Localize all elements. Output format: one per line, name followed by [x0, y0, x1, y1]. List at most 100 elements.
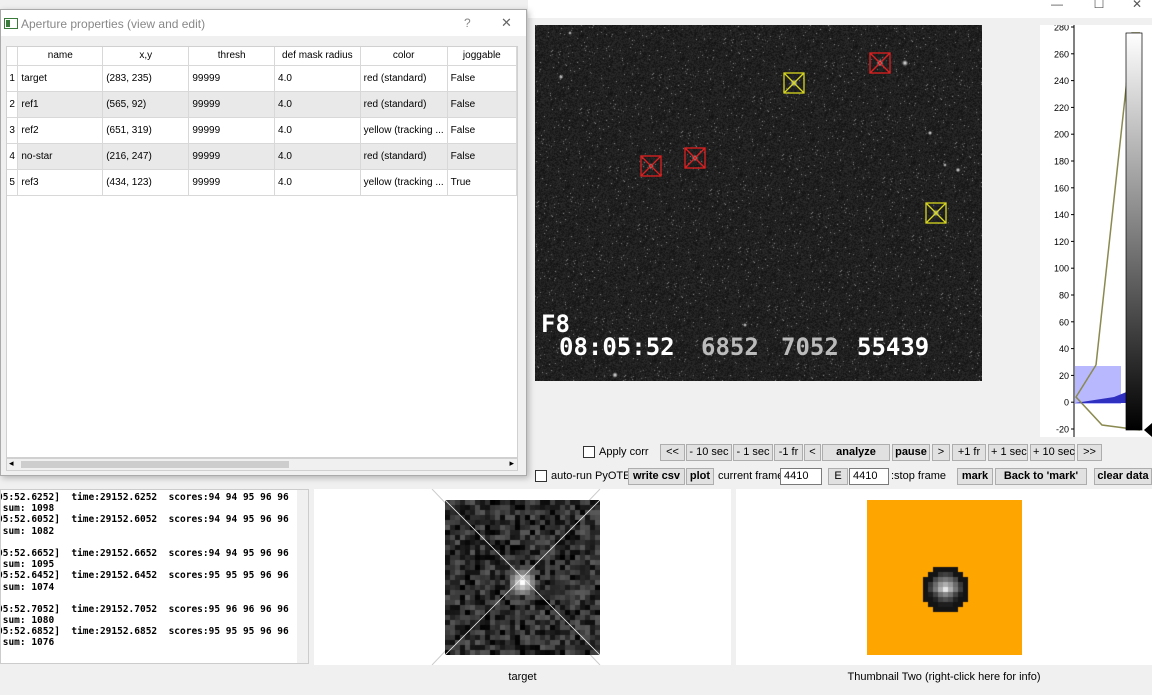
analyze-button[interactable]: analyze [822, 444, 890, 461]
scroll-left-icon[interactable]: ◂ [9, 458, 14, 469]
aperture-yellow-1[interactable] [783, 72, 805, 94]
video-frame-image[interactable]: F8 08:05:52 6852 7052 55439 [535, 25, 982, 381]
table-cell[interactable]: 99999 [188, 143, 276, 170]
dialog-titlebar[interactable]: Aperture properties (view and edit) ? ✕ [1, 10, 526, 36]
row-number[interactable]: 2 [7, 91, 19, 118]
minus-1-frame-button[interactable]: -1 fr [774, 444, 803, 461]
thumbnail-one-panel[interactable] [314, 489, 731, 665]
row-number[interactable]: 4 [7, 143, 19, 170]
plus-1-frame-button[interactable]: +1 fr [952, 444, 986, 461]
clear-data-button[interactable]: clear data [1094, 468, 1152, 485]
minus-1-sec-button[interactable]: - 1 sec [733, 444, 773, 461]
table-cell[interactable]: (216, 247) [102, 143, 190, 170]
thumbnail-two-label[interactable]: Thumbnail Two (right-click here for info… [736, 671, 1152, 683]
maximize-icon[interactable]: ☐ [1084, 0, 1114, 11]
table-cell[interactable]: yellow (tracking ... [360, 117, 448, 144]
table-cell[interactable]: ref1 [17, 91, 104, 118]
table-cell[interactable]: False [447, 117, 517, 144]
table-row[interactable]: 5 ref3 (434, 123) 99999 4.0 yellow (tracking … [7, 169, 517, 196]
aperture-properties-dialog[interactable]: Aperture properties (view and edit) ? ✕ … [0, 9, 527, 476]
forward-fast-button[interactable]: >> [1077, 444, 1102, 461]
table-row[interactable]: 4 no-star (216, 247) 99999 4.0 red (standard)… [7, 143, 517, 170]
histogram-tick-label: 200 [1054, 130, 1069, 140]
table-cell[interactable]: (434, 123) [102, 169, 190, 196]
thumbnail-one-crosshair [445, 500, 600, 655]
table-cell[interactable]: 99999 [188, 91, 276, 118]
table-cell[interactable]: red (standard) [360, 91, 448, 118]
plus-1-sec-button[interactable]: + 1 sec [988, 444, 1028, 461]
table-cell[interactable]: (283, 235) [102, 65, 190, 92]
table-cell[interactable]: (651, 319) [102, 117, 190, 144]
plus-10-sec-button[interactable]: + 10 sec [1030, 444, 1075, 461]
histogram-tick-label: 100 [1054, 264, 1069, 274]
table-row[interactable]: 2 ref1 (565, 92) 99999 4.0 red (standard) Fals… [7, 91, 517, 118]
scroll-right-icon[interactable]: ▸ [509, 458, 514, 469]
table-cell[interactable]: False [447, 143, 517, 170]
minimize-icon[interactable]: — [1042, 0, 1072, 11]
aperture-yellow-2[interactable] [925, 202, 947, 224]
step-back-button[interactable]: < [804, 444, 821, 461]
e-button[interactable]: E [828, 468, 848, 485]
table-cell[interactable]: 4.0 [274, 169, 361, 196]
help-icon[interactable]: ? [464, 16, 471, 30]
table-cell[interactable]: target [17, 65, 104, 92]
timestamp-overlay: 08:05:52 [559, 333, 675, 361]
column-header-mask-radius[interactable]: def mask radius [274, 47, 361, 66]
column-header-thresh[interactable]: thresh [188, 47, 276, 66]
auto-run-pyote-checkbox[interactable] [535, 470, 547, 482]
table-row[interactable]: 3 ref2 (651, 319) 99999 4.0 yellow (tracking … [7, 117, 517, 144]
level-marker-icon[interactable] [1144, 423, 1152, 437]
table-cell[interactable]: ref2 [17, 117, 104, 144]
row-number[interactable]: 3 [7, 117, 19, 144]
mark-button[interactable]: mark [957, 468, 993, 485]
rewind-fast-button[interactable]: << [660, 444, 685, 461]
table-cell[interactable]: 4.0 [274, 143, 361, 170]
table-cell[interactable]: 4.0 [274, 117, 361, 144]
table-horizontal-scrollbar[interactable]: ◂ ▸ [6, 458, 518, 471]
histogram-tick-label: 260 [1054, 49, 1069, 59]
column-header-name[interactable]: name [17, 47, 104, 66]
scroll-thumb[interactable] [21, 461, 289, 468]
table-cell[interactable]: red (standard) [360, 143, 448, 170]
table-cell[interactable]: 99999 [188, 169, 276, 196]
corner-header [7, 47, 19, 66]
dialog-close-icon[interactable]: ✕ [501, 15, 512, 31]
table-cell[interactable]: False [447, 65, 517, 92]
aperture-red-3[interactable] [684, 147, 706, 169]
table-cell[interactable]: 99999 [188, 65, 276, 92]
column-header-joggable[interactable]: joggable [447, 47, 517, 66]
pause-button[interactable]: pause [892, 444, 930, 461]
table-cell[interactable]: 4.0 [274, 91, 361, 118]
back-to-mark-button[interactable]: Back to 'mark' [995, 468, 1087, 485]
table-cell[interactable]: no-star [17, 143, 104, 170]
current-frame-input[interactable]: 4410 [780, 468, 822, 485]
table-cell[interactable]: 99999 [188, 117, 276, 144]
log-scrollbar[interactable] [297, 490, 308, 663]
table-header-row: name x,y thresh def mask radius color jo… [7, 47, 517, 66]
log-text-area[interactable]: 05:52.6252] time:29152.6252 scores:94 94… [0, 489, 309, 664]
apply-corr-checkbox[interactable] [583, 446, 595, 458]
thumbnail-two-panel[interactable] [736, 489, 1152, 665]
table-cell[interactable]: False [447, 91, 517, 118]
stop-frame-input[interactable]: 4410 [849, 468, 889, 485]
minus-10-sec-button[interactable]: - 10 sec [686, 444, 732, 461]
table-cell[interactable]: yellow (tracking ... [360, 169, 448, 196]
step-forward-button[interactable]: > [932, 444, 950, 461]
aperture-red-2[interactable] [640, 155, 662, 177]
column-header-xy[interactable]: x,y [102, 47, 190, 66]
table-cell[interactable]: ref3 [17, 169, 104, 196]
write-csv-button[interactable]: write csv [628, 468, 685, 485]
table-cell[interactable]: red (standard) [360, 65, 448, 92]
table-cell[interactable]: True [447, 169, 517, 196]
column-header-color[interactable]: color [360, 47, 448, 66]
aperture-red-1[interactable] [869, 52, 891, 74]
table-cell[interactable]: (565, 92) [102, 91, 190, 118]
plot-button[interactable]: plot [686, 468, 714, 485]
aperture-table[interactable]: name x,y thresh def mask radius color jo… [6, 46, 518, 458]
row-number[interactable]: 1 [7, 65, 19, 92]
table-cell[interactable]: 4.0 [274, 65, 361, 92]
row-number[interactable]: 5 [7, 169, 19, 196]
table-row[interactable]: 1 target (283, 235) 99999 4.0 red (standard) F… [7, 65, 517, 92]
histogram-panel[interactable]: 280 260 240 220 200 180 160 140 120 100 80 60 40 20 0-… [1040, 23, 1152, 437]
close-icon[interactable]: ✕ [1122, 0, 1152, 11]
